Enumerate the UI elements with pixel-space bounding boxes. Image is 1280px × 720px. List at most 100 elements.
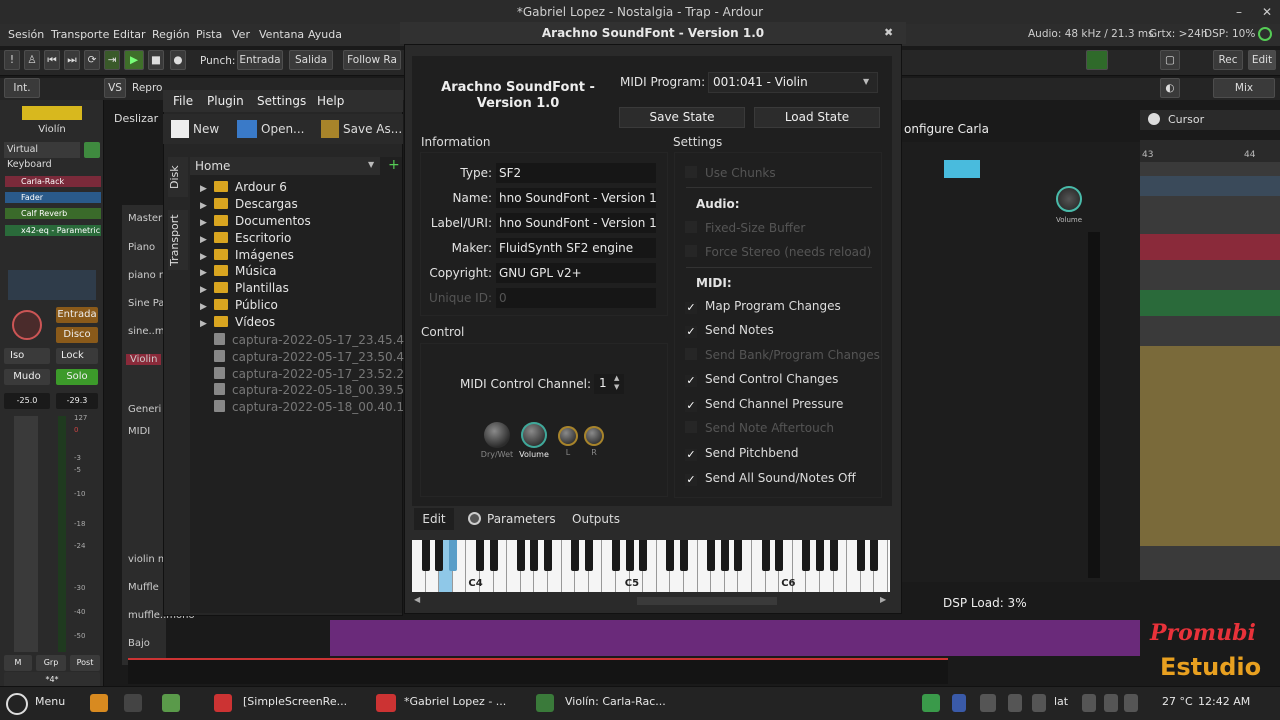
folder-icon[interactable] <box>922 694 940 712</box>
plugin-carla-rack[interactable]: Carla-Rack <box>5 176 101 187</box>
metronome-icon[interactable]: ♙ <box>24 50 40 70</box>
gain-left[interactable]: -25.0 <box>4 393 50 409</box>
alert-icon[interactable]: ! <box>4 50 20 70</box>
scroll-left-icon[interactable]: ◀ <box>414 595 420 604</box>
configure-carla-button[interactable]: onfigure Carla <box>904 122 989 136</box>
track-label[interactable]: Sine Pa <box>128 298 165 309</box>
menu-editar[interactable]: Editar <box>113 28 146 41</box>
folder-item[interactable]: ▶ Música <box>200 264 277 278</box>
carla-menu-settings[interactable]: Settings <box>257 94 306 108</box>
punch-out-button[interactable]: Salida <box>289 50 333 70</box>
folder-item[interactable]: ▶ Documentos <box>200 214 311 228</box>
folder-item[interactable]: ▶ Ardour 6 <box>200 180 287 194</box>
region-block[interactable] <box>1140 234 1280 260</box>
solo-button[interactable]: Solo <box>56 369 98 385</box>
gain-right[interactable]: -29.3 <box>56 393 98 409</box>
save-as-button[interactable]: Save As... <box>343 122 402 136</box>
disco-button[interactable]: Disco <box>56 327 98 343</box>
plugin-gear-icon[interactable] <box>84 142 100 158</box>
black-key[interactable] <box>435 540 444 571</box>
close-icon[interactable]: ✖ <box>884 22 893 44</box>
group-button[interactable]: Grp <box>36 655 66 671</box>
plugin-fader[interactable]: Fader <box>5 192 101 203</box>
clipboard-icon[interactable] <box>1032 694 1046 712</box>
black-key[interactable] <box>666 540 675 571</box>
download-icon[interactable] <box>90 694 108 712</box>
black-key[interactable] <box>829 540 838 571</box>
black-key[interactable] <box>734 540 743 571</box>
track-label[interactable]: MIDI <box>128 426 150 437</box>
black-key[interactable] <box>584 540 593 571</box>
black-key[interactable] <box>421 540 430 571</box>
black-key[interactable] <box>612 540 620 571</box>
track-label[interactable]: sine..m <box>128 326 165 337</box>
force-stereo-checkbox[interactable]: Force Stereo (needs reload) <box>685 245 871 259</box>
track-label[interactable]: Master <box>128 213 162 224</box>
deslizar-label[interactable]: Deslizar <box>114 112 158 125</box>
region-block[interactable] <box>1140 176 1280 196</box>
folder-item[interactable]: ▶ Vídeos <box>200 315 275 329</box>
goto-start-icon[interactable]: ⏮ <box>44 50 60 70</box>
menu-region[interactable]: Región <box>152 28 190 41</box>
midi-program-select[interactable]: 001:041 - Violin ▼ <box>708 72 878 93</box>
screenrecorder-icon[interactable] <box>214 694 232 712</box>
scroll-thumb[interactable] <box>637 597 777 605</box>
piano-keyboard[interactable]: C4 C5 C6 <box>412 540 890 592</box>
black-key[interactable] <box>680 540 688 571</box>
region-block[interactable] <box>1140 346 1280 546</box>
files-icon[interactable] <box>162 694 180 712</box>
shield-icon[interactable] <box>1082 694 1096 712</box>
black-key[interactable] <box>775 540 784 571</box>
panner-widget[interactable] <box>8 270 96 300</box>
int-button[interactable]: Int. <box>4 78 40 98</box>
track-label[interactable]: Generi <box>128 404 161 415</box>
send-bank-program-changes-checkbox[interactable]: Send Bank/Program Changes <box>685 348 880 362</box>
black-key[interactable] <box>761 540 770 571</box>
black-key[interactable] <box>476 540 484 571</box>
rack-volume-knob[interactable] <box>1056 186 1082 212</box>
meter-point-button[interactable]: M <box>4 655 32 671</box>
menu-pista[interactable]: Pista <box>196 28 222 41</box>
track-color-bar[interactable] <box>22 106 82 120</box>
black-key[interactable] <box>816 540 824 571</box>
send-all-sound-notes-off-checkbox[interactable]: ✓ Send All Sound/Notes Off <box>685 471 856 486</box>
fader-track[interactable] <box>14 416 38 652</box>
black-key[interactable] <box>856 540 865 571</box>
carla-menu-help[interactable]: Help <box>317 94 344 108</box>
black-key[interactable] <box>870 540 879 571</box>
menu-ayuda[interactable]: Ayuda <box>308 28 342 41</box>
send-pitchbend-checkbox[interactable]: ✓ Send Pitchbend <box>685 446 798 461</box>
balance-right-knob[interactable] <box>584 426 604 446</box>
black-key[interactable] <box>530 540 539 571</box>
loop-icon[interactable]: ⟳ <box>84 50 100 70</box>
black-key[interactable] <box>802 540 811 571</box>
menu-logo-icon[interactable] <box>6 693 28 715</box>
use-chunks-checkbox[interactable]: Use Chunks <box>685 166 776 180</box>
black-key[interactable] <box>489 540 498 571</box>
keyboard-layout[interactable]: lat <box>1054 695 1068 708</box>
black-key[interactable] <box>625 540 634 571</box>
folder-item[interactable]: ▶ Público <box>200 298 278 312</box>
network-icon[interactable] <box>1008 694 1022 712</box>
tab-parameters[interactable]: Parameters <box>462 508 558 530</box>
editor-timeline[interactable]: 43 44 <box>1140 140 1280 580</box>
track-label[interactable]: Bajo <box>128 638 150 649</box>
cursor-selector[interactable]: Cursor <box>1140 110 1280 130</box>
menu-sesion[interactable]: Sesión <box>8 28 44 41</box>
task-ardour[interactable]: *Gabriel Lopez - ... <box>404 695 506 708</box>
close-icon[interactable]: ✕ <box>1262 0 1272 24</box>
carla-menu-file[interactable]: File <box>173 94 193 108</box>
file-item[interactable]: captura-2022-05-18_00.39.56. <box>200 383 416 397</box>
entrada-button[interactable]: Entrada <box>56 307 98 323</box>
scroll-right-icon[interactable]: ▶ <box>880 595 886 604</box>
transport-tab[interactable]: Transport <box>168 210 188 270</box>
disk-tab[interactable]: Disk <box>168 157 188 197</box>
file-item[interactable]: captura-2022-05-18_00.40.10. <box>200 400 416 414</box>
fixed-size-buffer-checkbox[interactable]: Fixed-Size Buffer <box>685 221 805 235</box>
track-label[interactable]: piano n <box>128 270 165 281</box>
file-item[interactable]: captura-2022-05-17_23.52.25. <box>200 367 416 381</box>
midi-region[interactable] <box>330 620 1140 656</box>
add-folder-icon[interactable]: + <box>388 157 400 173</box>
plugin-calf-reverb[interactable]: Calf Reverb <box>5 208 101 219</box>
black-key[interactable] <box>516 540 525 571</box>
